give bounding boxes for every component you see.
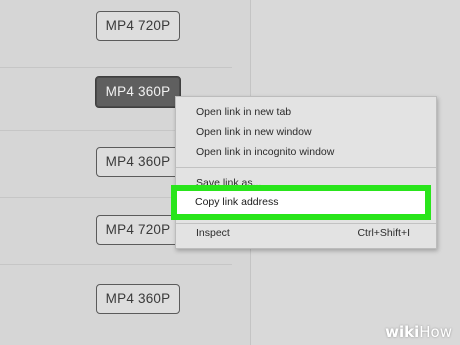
format-button-mp4-360p-active[interactable]: MP4 360P bbox=[95, 76, 181, 108]
menu-separator bbox=[176, 167, 436, 168]
menu-item-inspect[interactable]: Inspect bbox=[196, 227, 230, 239]
format-button-mp4-720p[interactable]: MP4 720P bbox=[96, 11, 180, 41]
watermark-light: How bbox=[419, 323, 452, 341]
row-divider bbox=[0, 264, 232, 265]
page-background: MP4 720P MP4 360P MP4 360P MP4 720P MP4 … bbox=[0, 0, 460, 345]
format-button-mp4-360p[interactable]: MP4 360P bbox=[96, 284, 180, 314]
menu-separator bbox=[176, 223, 436, 224]
menu-item-open-new-tab[interactable]: Open link in new tab bbox=[196, 106, 291, 118]
highlight-box-copy-link[interactable]: Copy link address bbox=[171, 185, 431, 220]
context-menu: Open link in new tab Open link in new wi… bbox=[175, 96, 437, 249]
watermark-bold: wiki bbox=[385, 323, 420, 341]
menu-shortcut-inspect: Ctrl+Shift+I bbox=[357, 227, 410, 239]
menu-item-copy-link-address[interactable]: Copy link address bbox=[195, 196, 278, 208]
row-divider bbox=[0, 67, 232, 68]
menu-item-open-new-window[interactable]: Open link in new window bbox=[196, 126, 312, 138]
format-button-mp4-360p[interactable]: MP4 360P bbox=[96, 147, 180, 177]
format-button-mp4-720p[interactable]: MP4 720P bbox=[96, 215, 180, 245]
watermark-logo: wikiHow bbox=[385, 323, 452, 341]
menu-item-open-incognito[interactable]: Open link in incognito window bbox=[196, 146, 334, 158]
